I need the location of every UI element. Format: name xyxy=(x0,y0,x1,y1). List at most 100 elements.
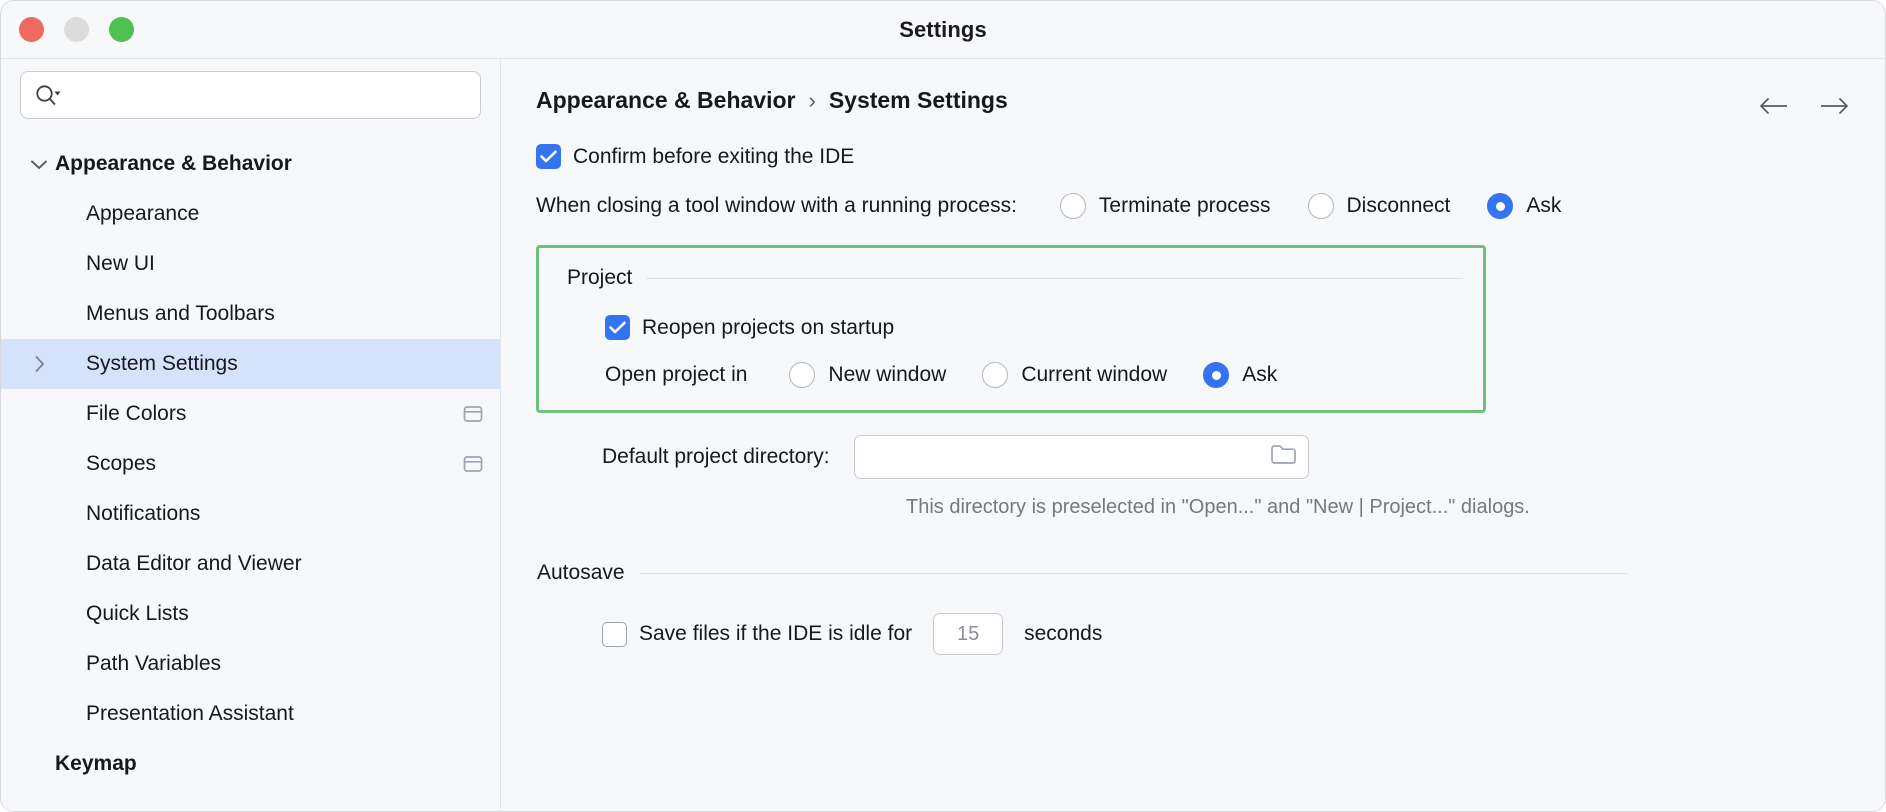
radio-option-new-window[interactable]: New window xyxy=(789,362,946,388)
sidebar-item-label: New UI xyxy=(86,252,155,275)
settings-main: Appearance & Behavior › System Settings xyxy=(501,59,1885,811)
sidebar-item-presentation-assistant[interactable]: Presentation Assistant xyxy=(1,689,500,739)
radio-label: Current window xyxy=(1021,363,1168,386)
section-divider xyxy=(646,277,1463,279)
settings-content: Confirm before exiting the IDE When clos… xyxy=(501,114,1885,655)
sidebar-item-scopes[interactable]: Scopes xyxy=(1,439,500,489)
sidebar-item-data-editor-and-viewer[interactable]: Data Editor and Viewer xyxy=(1,539,500,589)
radio-label: Ask xyxy=(1242,363,1278,386)
breadcrumb-current: System Settings xyxy=(828,87,1008,113)
search-box[interactable] xyxy=(20,71,481,119)
sidebar-item-label: Path Variables xyxy=(86,652,222,675)
sidebar-item-keymap[interactable]: Keymap xyxy=(1,739,500,789)
autosave-seconds-input[interactable] xyxy=(934,622,1003,646)
sidebar-item-menus-and-toolbars[interactable]: Menus and Toolbars xyxy=(1,289,500,339)
radio-button[interactable] xyxy=(1059,193,1086,219)
search-input[interactable] xyxy=(69,84,466,106)
breadcrumb: Appearance & Behavior › System Settings xyxy=(501,59,1885,114)
sidebar-item-file-colors[interactable]: File Colors xyxy=(1,389,500,439)
sidebar-item-system-settings[interactable]: System Settings xyxy=(1,339,500,389)
autosave-section-header: Autosave xyxy=(536,561,1885,585)
radio-option-ask[interactable]: Ask xyxy=(1487,193,1561,219)
sidebar-item-notifications[interactable]: Notifications xyxy=(1,489,500,539)
settings-sidebar: Appearance & Behavior Appearance New UI Men… xyxy=(1,59,501,811)
radio-option-current-window[interactable]: Current window xyxy=(982,362,1167,388)
sidebar-item-label: Menus and Toolbars xyxy=(86,302,275,325)
confirm-exit-row[interactable]: Confirm before exiting the IDE xyxy=(536,144,1885,169)
autosave-idle-label-before: Save files if the IDE is idle for xyxy=(639,622,913,645)
sidebar-item-appearance-behavior[interactable]: Appearance & Behavior xyxy=(1,139,500,189)
radio-button[interactable] xyxy=(982,362,1009,388)
project-section-highlight: Project Reopen projects on startup Open … xyxy=(536,245,1486,413)
sidebar-item-label: Data Editor and Viewer xyxy=(86,552,302,575)
autosave-section-title: Autosave xyxy=(537,561,625,584)
confirm-exit-checkbox[interactable] xyxy=(536,144,561,169)
sidebar-item-label: Notifications xyxy=(86,502,201,525)
default-dir-hint: This directory is preselected in "Open..… xyxy=(906,496,1530,518)
project-scope-icon xyxy=(462,454,484,474)
sidebar-item-path-variables[interactable]: Path Variables xyxy=(1,639,500,689)
sidebar-item-label: Keymap xyxy=(55,752,137,775)
project-section-title: Project xyxy=(567,266,633,289)
title-bar: Settings xyxy=(1,1,1885,58)
reopen-projects-row[interactable]: Reopen projects on startup xyxy=(539,315,1483,340)
back-arrow-icon[interactable] xyxy=(1759,91,1789,121)
sidebar-item-new-ui[interactable]: New UI xyxy=(1,239,500,289)
minimize-button[interactable] xyxy=(64,17,89,42)
radio-option-ask[interactable]: Ask xyxy=(1203,362,1277,388)
sidebar-item-label: Quick Lists xyxy=(86,602,189,625)
sidebar-item-label: Presentation Assistant xyxy=(86,702,294,725)
autosave-seconds-field[interactable] xyxy=(933,613,1004,655)
reopen-projects-checkbox[interactable] xyxy=(605,315,630,340)
radio-option-terminate-process[interactable]: Terminate process xyxy=(1059,193,1271,219)
project-section-header: Project xyxy=(539,266,1483,290)
sidebar-item-appearance[interactable]: Appearance xyxy=(1,189,500,239)
default-dir-input[interactable] xyxy=(865,446,1270,468)
search-icon xyxy=(35,84,61,106)
zoom-button[interactable] xyxy=(109,17,134,42)
radio-dot xyxy=(1211,370,1221,380)
window-controls xyxy=(19,17,134,42)
chevron-down-icon[interactable] xyxy=(23,158,55,171)
folder-icon[interactable] xyxy=(1270,443,1297,471)
open-project-in-options: New window Current window Ask xyxy=(789,362,1277,388)
breadcrumb-separator-icon: › xyxy=(808,87,816,113)
radio-option-disconnect[interactable]: Disconnect xyxy=(1307,193,1451,219)
project-scope-icon xyxy=(462,404,484,424)
radio-button[interactable] xyxy=(1307,193,1334,219)
radio-button[interactable] xyxy=(1203,362,1230,388)
tool-window-options: Terminate process Disconnect Ask xyxy=(1059,193,1561,219)
radio-dot xyxy=(1495,201,1505,211)
default-dir-row: Default project directory: xyxy=(536,435,1885,479)
sidebar-item-label: File Colors xyxy=(86,402,187,425)
close-button[interactable] xyxy=(19,17,44,42)
default-dir-label: Default project directory: xyxy=(602,445,830,468)
radio-label: Ask xyxy=(1526,194,1562,217)
radio-label: Disconnect xyxy=(1346,194,1451,217)
sidebar-item-label: Appearance xyxy=(86,202,200,225)
open-project-in-label: Open project in xyxy=(605,363,748,386)
window-title: Settings xyxy=(899,16,987,42)
nav-arrows xyxy=(1759,91,1849,121)
reopen-projects-label: Reopen projects on startup xyxy=(642,315,895,339)
confirm-exit-label: Confirm before exiting the IDE xyxy=(573,144,855,168)
autosave-idle-checkbox[interactable] xyxy=(602,621,627,647)
sidebar-item-label: Appearance & Behavior xyxy=(55,152,292,175)
autosave-idle-row: Save files if the IDE is idle for second… xyxy=(536,613,1885,655)
sidebar-item-label: Scopes xyxy=(86,452,157,475)
radio-label: New window xyxy=(828,363,947,386)
sidebar-item-label: System Settings xyxy=(86,352,238,375)
search-container xyxy=(1,71,500,119)
breadcrumb-parent[interactable]: Appearance & Behavior xyxy=(536,87,795,114)
open-project-in-row: Open project in New window Current window… xyxy=(539,362,1483,388)
settings-tree: Appearance & Behavior Appearance New UI Men… xyxy=(1,139,500,789)
autosave-idle-label-after: seconds xyxy=(1024,622,1103,645)
default-dir-field[interactable] xyxy=(853,435,1309,479)
radio-button[interactable] xyxy=(789,362,816,388)
settings-window: Settings Appearance & Behavior Appearance xyxy=(0,0,1886,812)
chevron-right-icon[interactable] xyxy=(23,354,55,374)
window-body: Appearance & Behavior Appearance New UI Men… xyxy=(1,58,1885,811)
radio-button[interactable] xyxy=(1487,193,1514,219)
sidebar-item-quick-lists[interactable]: Quick Lists xyxy=(1,589,500,639)
forward-arrow-icon[interactable] xyxy=(1819,91,1849,121)
